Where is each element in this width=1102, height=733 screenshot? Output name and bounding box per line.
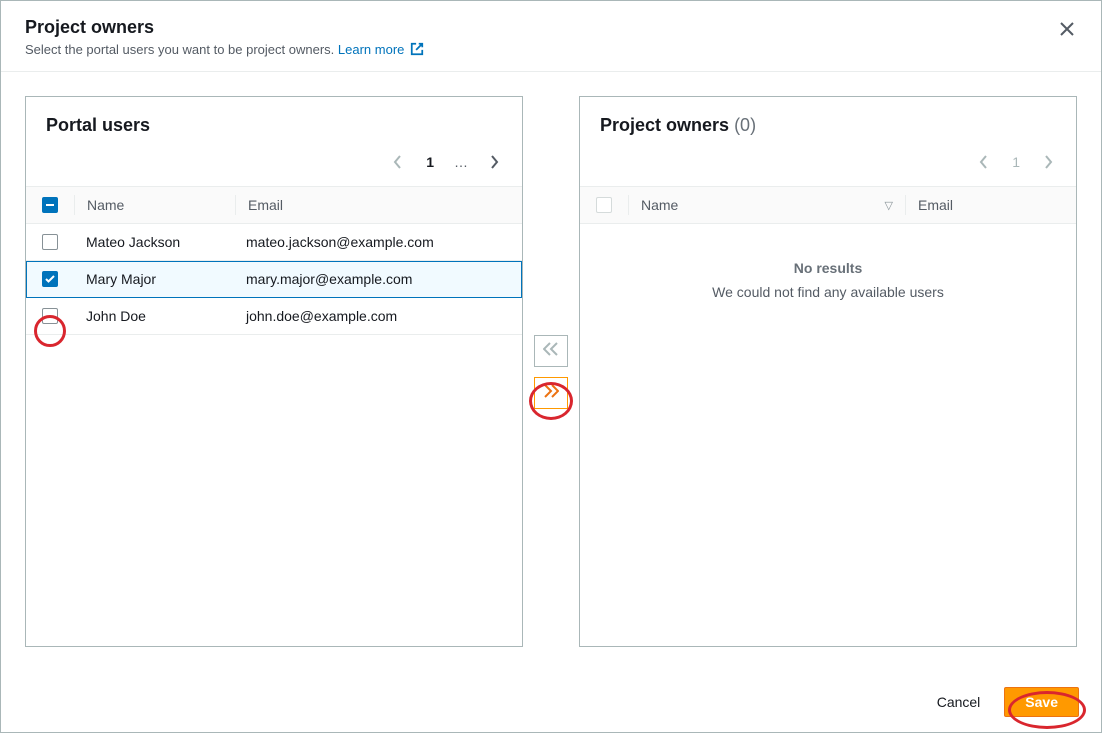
row-checkbox[interactable]: [42, 234, 58, 250]
row-checkbox[interactable]: [42, 271, 58, 287]
portal-users-table-head: Name Email: [26, 186, 522, 224]
column-header-name[interactable]: Name ▽: [629, 187, 905, 223]
table-row[interactable]: Mary Major mary.major@example.com: [26, 261, 522, 298]
portal-users-panel: Portal users 1 … Name Email: [25, 96, 523, 647]
row-checkbox[interactable]: [42, 308, 58, 324]
save-button[interactable]: Save: [1004, 687, 1079, 717]
page-ellipsis: …: [448, 154, 474, 170]
next-page-button[interactable]: [1034, 148, 1062, 176]
user-email: mateo.jackson@example.com: [234, 224, 522, 260]
modal-title: Project owners: [25, 17, 1077, 38]
empty-message: We could not find any available users: [712, 284, 944, 300]
learn-more-link[interactable]: Learn more: [338, 42, 424, 57]
modal-body: Portal users 1 … Name Email: [1, 72, 1101, 671]
page-number: 1: [418, 154, 442, 170]
column-header-email[interactable]: Email: [236, 187, 522, 223]
prev-page-button[interactable]: [384, 148, 412, 176]
table-row[interactable]: John Doe john.doe@example.com: [26, 298, 522, 335]
modal-header: Project owners Select the portal users y…: [1, 1, 1101, 72]
user-name: Mateo Jackson: [74, 224, 234, 260]
close-button[interactable]: [1055, 19, 1079, 43]
close-icon: [1059, 20, 1075, 42]
project-owners-modal: Project owners Select the portal users y…: [0, 0, 1102, 733]
owners-count: (0): [734, 115, 756, 135]
move-right-button[interactable]: [534, 377, 568, 409]
project-owners-pagination: 1: [580, 144, 1076, 186]
user-email: john.doe@example.com: [234, 298, 522, 334]
empty-state: No results We could not find any availab…: [580, 224, 1076, 336]
sort-icon: ▽: [885, 199, 893, 212]
table-row[interactable]: Mateo Jackson mateo.jackson@example.com: [26, 224, 522, 261]
page-number: 1: [1004, 154, 1028, 170]
next-page-button[interactable]: [480, 148, 508, 176]
modal-footer: Cancel Save: [1, 671, 1101, 732]
select-all-checkbox: [596, 197, 612, 213]
project-owners-title: Project owners (0): [600, 115, 1056, 136]
empty-title: No results: [592, 260, 1064, 276]
column-header-name[interactable]: Name: [75, 187, 235, 223]
portal-users-title: Portal users: [46, 115, 502, 136]
chevron-double-left-icon: [543, 342, 559, 359]
modal-subtitle: Select the portal users you want to be p…: [25, 42, 1077, 59]
chevron-double-right-icon: [543, 384, 559, 401]
column-header-email[interactable]: Email: [906, 187, 1076, 223]
user-name: John Doe: [74, 298, 234, 334]
portal-users-pagination: 1 …: [26, 144, 522, 186]
user-email: mary.major@example.com: [234, 261, 522, 297]
select-all-checkbox[interactable]: [42, 197, 58, 213]
external-link-icon: [410, 42, 424, 59]
prev-page-button[interactable]: [970, 148, 998, 176]
project-owners-panel: Project owners (0) 1 Name: [579, 96, 1077, 647]
user-name: Mary Major: [74, 261, 234, 297]
move-left-button[interactable]: [534, 335, 568, 367]
transfer-controls: [523, 96, 579, 647]
project-owners-table-head: Name ▽ Email: [580, 186, 1076, 224]
cancel-button[interactable]: Cancel: [923, 686, 995, 718]
